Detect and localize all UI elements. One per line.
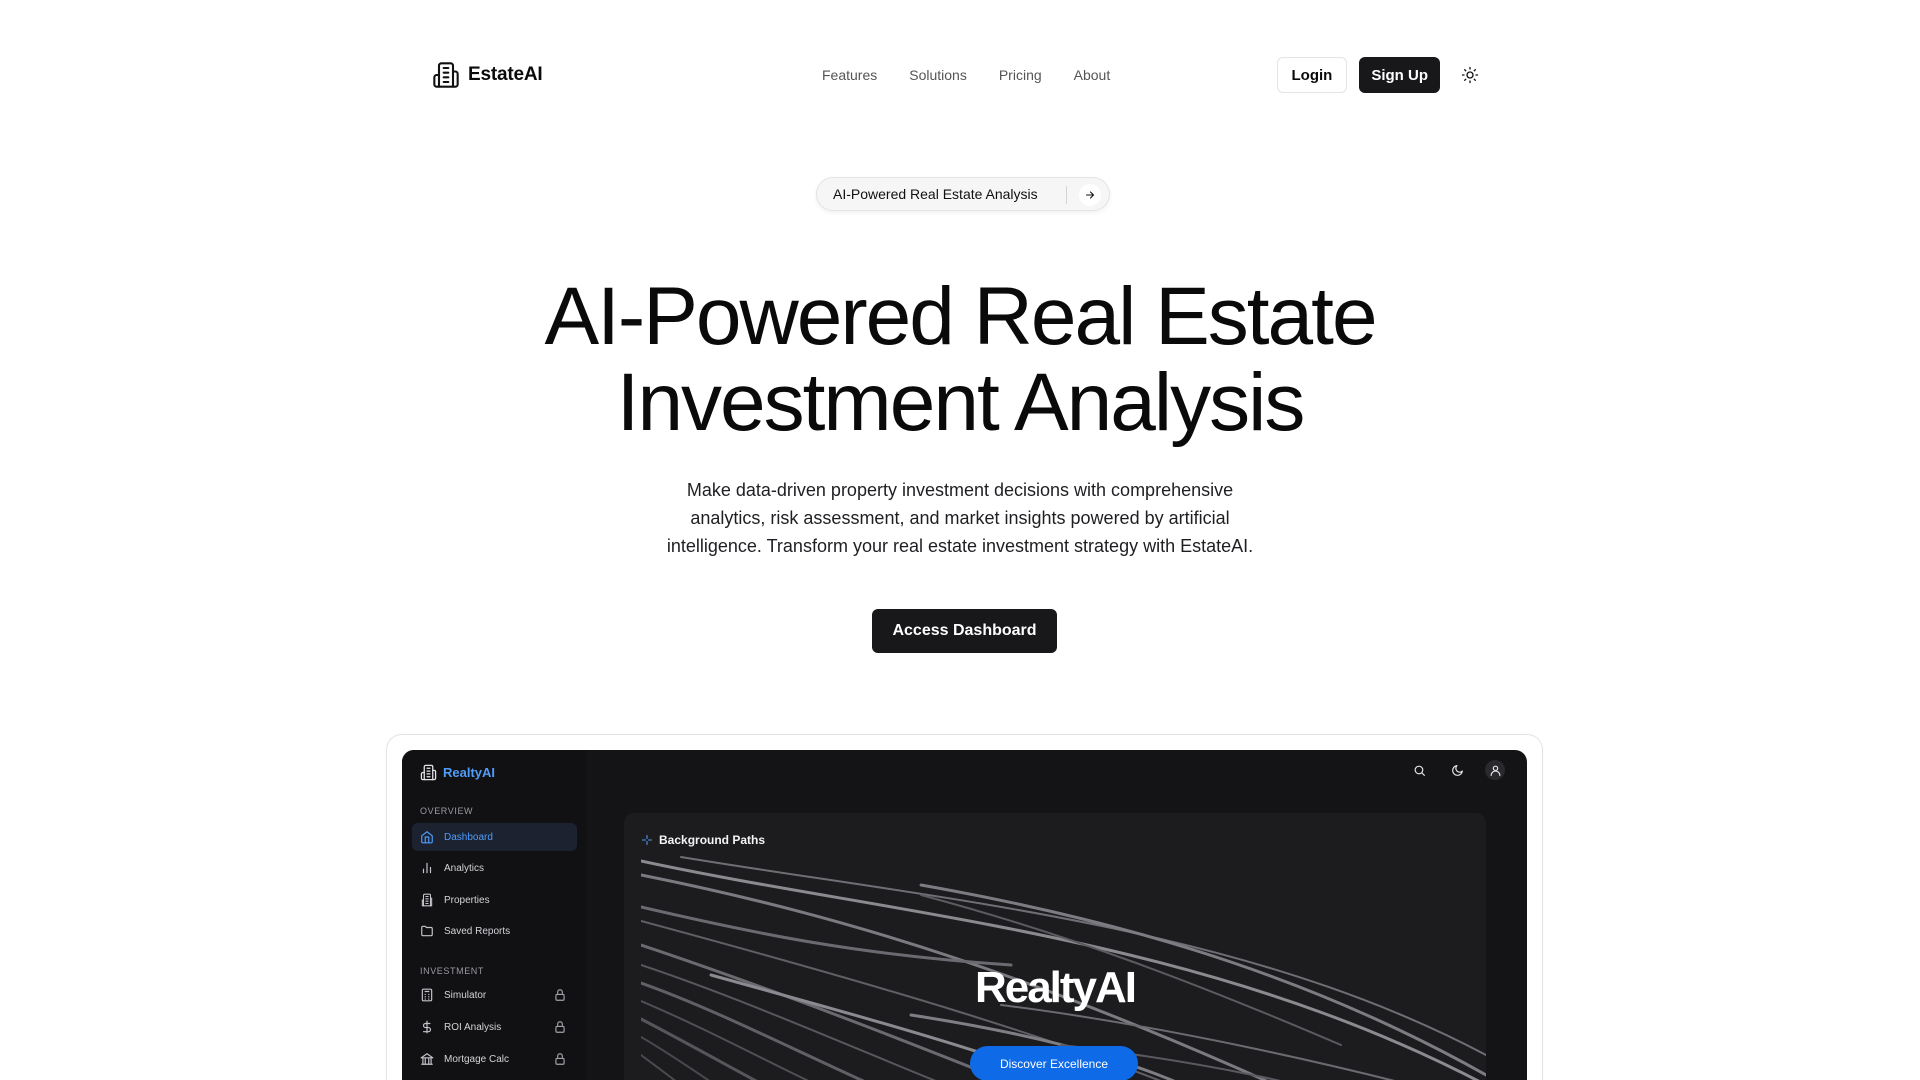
calculator-icon <box>421 988 433 1002</box>
bank-icon <box>420 1053 434 1065</box>
dashboard-preview: RealtyAI OVERVIEW Dashboard Analytics Pr… <box>402 750 1527 1080</box>
building-icon <box>421 893 433 907</box>
sidebar-item-dashboard[interactable]: Dashboard <box>412 823 577 851</box>
hero-subtitle: Make data-driven property investment dec… <box>666 480 1254 556</box>
sidebar-item-roi-analysis[interactable]: ROI Analysis <box>412 1013 577 1041</box>
sidebar-item-label: Saved Reports <box>444 925 511 937</box>
sidebar-item-label: Mortgage Calc <box>444 1053 510 1065</box>
badge-text: AI-Powered Real Estate Analysis <box>833 186 1038 202</box>
preview-toolbar <box>1409 760 1505 780</box>
search-icon <box>1414 765 1425 776</box>
preview-brand-name: RealtyAI <box>443 765 496 780</box>
sidebar-item-saved-reports[interactable]: Saved Reports <box>412 917 577 945</box>
sparkle-icon <box>641 834 653 846</box>
preview-brand[interactable]: RealtyAI <box>420 764 495 781</box>
login-button[interactable]: Login <box>1276 57 1348 93</box>
home-icon <box>421 831 433 844</box>
discover-excellence-button[interactable]: Discover Excellence <box>970 1046 1138 1080</box>
sidebar-item-analytics[interactable]: Analytics <box>412 854 577 882</box>
dollar-icon <box>422 1020 432 1034</box>
lock-icon <box>555 989 565 1001</box>
dark-mode-button[interactable] <box>1447 760 1467 780</box>
sun-icon <box>1461 66 1479 84</box>
nav-solutions[interactable]: Solutions <box>909 67 967 83</box>
folder-icon <box>421 925 433 937</box>
brand-name: EstateAI <box>468 64 543 85</box>
sidebar-item-mortgage-calc[interactable]: Mortgage Calc <box>412 1045 577 1073</box>
hero-title-line-1: AI-Powered Real Estate <box>544 271 1377 362</box>
nav-pricing[interactable]: Pricing <box>999 67 1042 83</box>
signup-button[interactable]: Sign Up <box>1359 57 1440 93</box>
panel-headline: RealtyAI <box>974 963 1137 1012</box>
sidebar-item-label: Analytics <box>444 862 485 874</box>
building-icon <box>420 764 437 781</box>
preview-main: Background Paths RealtyAI Discover Excel… <box>585 750 1527 1080</box>
user-icon <box>1490 765 1500 776</box>
access-dashboard-button[interactable]: Access Dashboard <box>872 609 1057 653</box>
badge-arrow-button[interactable] <box>1079 184 1101 206</box>
sidebar-item-label: Simulator <box>444 989 487 1001</box>
hero-title: AI-Powered Real Estate Investment Analys… <box>360 274 1560 446</box>
section-investment: INVESTMENT <box>420 966 485 976</box>
preview-sidebar: RealtyAI OVERVIEW Dashboard Analytics Pr… <box>402 750 586 1080</box>
building-icon <box>433 62 459 88</box>
brand-logo[interactable]: EstateAI <box>432 61 543 89</box>
panel-title: Background Paths <box>641 833 765 847</box>
sidebar-item-label: Dashboard <box>444 831 493 843</box>
bar-chart-icon <box>422 862 432 874</box>
panel-title-text: Background Paths <box>659 833 766 847</box>
section-overview: OVERVIEW <box>420 806 474 816</box>
moon-icon <box>1451 764 1463 776</box>
lock-icon <box>555 1053 565 1065</box>
main-nav: Features Solutions Pricing About <box>822 67 1110 83</box>
sidebar-item-simulator[interactable]: Simulator <box>412 981 577 1009</box>
nav-features[interactable]: Features <box>822 67 877 83</box>
sidebar-item-properties[interactable]: Properties <box>412 886 577 914</box>
user-menu-button[interactable] <box>1485 760 1505 780</box>
announcement-badge[interactable]: AI-Powered Real Estate Analysis <box>816 177 1110 211</box>
sidebar-item-label: Properties <box>444 894 490 906</box>
auth-actions: Login Sign Up <box>1276 57 1489 93</box>
nav-about[interactable]: About <box>1074 67 1111 83</box>
hero-title-line-2: Investment Analysis <box>616 357 1306 448</box>
background-paths-panel: Background Paths RealtyAI Discover Excel… <box>624 813 1486 1080</box>
search-button[interactable] <box>1409 760 1429 780</box>
badge-divider <box>1066 186 1067 204</box>
sidebar-item-label: ROI Analysis <box>444 1021 502 1033</box>
lock-icon <box>555 1021 565 1033</box>
theme-toggle-button[interactable] <box>1452 57 1488 93</box>
arrow-right-icon <box>1085 191 1095 199</box>
site-header: EstateAI Features Solutions Pricing Abou… <box>432 57 1488 93</box>
